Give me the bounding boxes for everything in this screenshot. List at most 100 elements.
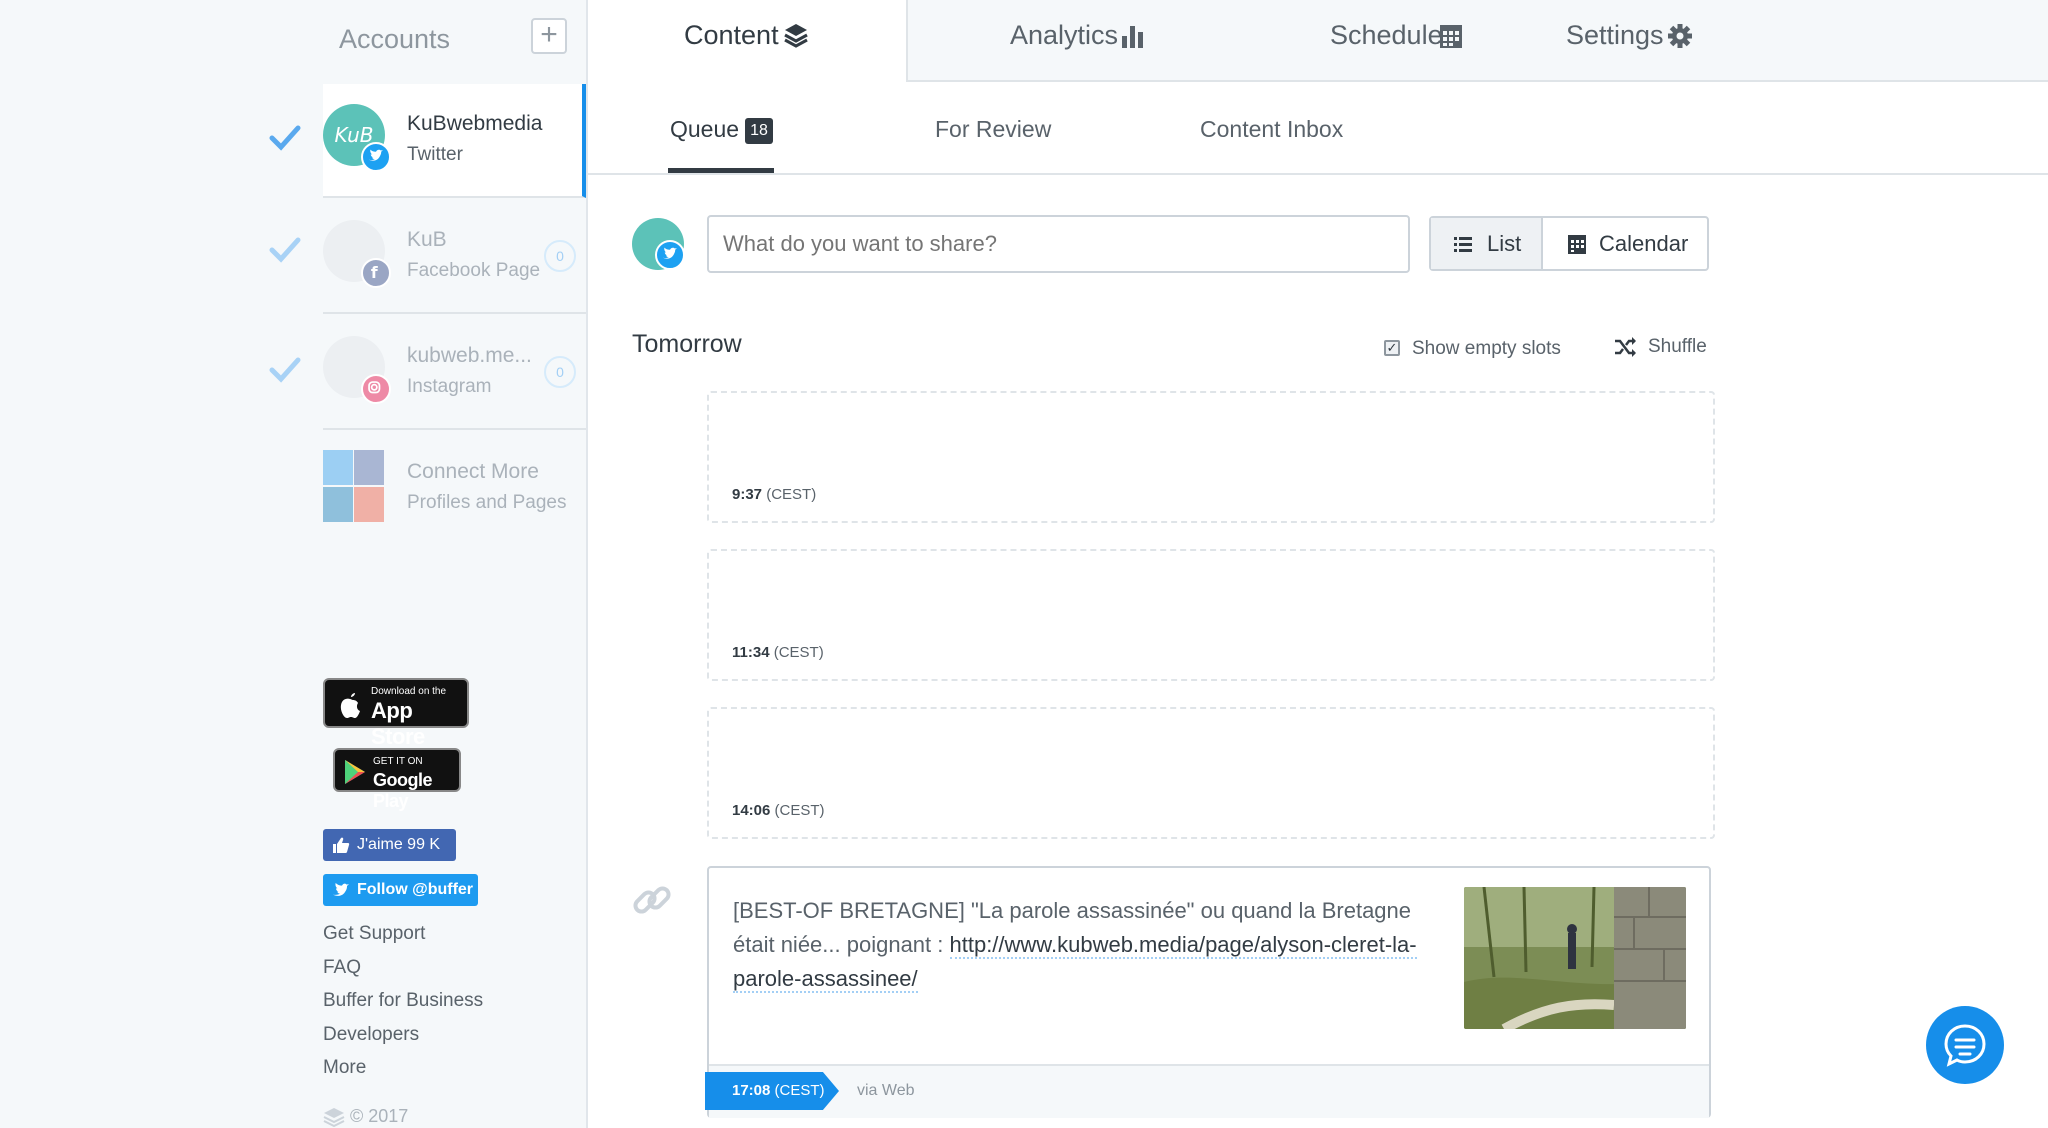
connect-more-title: Connect More [407,460,539,483]
content-subtabs: Queue 18 For Review Content Inbox [588,82,2048,175]
slot-time: 11:34 (CEST) [732,644,824,661]
tab-label: Schedule [1330,20,1443,50]
tab-label: Analytics [1010,20,1119,50]
tab-settings[interactable]: Settings [1558,0,1738,82]
app-store-small: Download on the [371,686,447,697]
slot-time: 14:06 (CEST) [732,802,825,819]
accounts-title: Accounts [339,24,451,54]
app-store-badge[interactable]: Download on the App Store [323,678,469,749]
account-item-twitter[interactable]: KuB KuBwebmedia Twitter [323,84,586,198]
tab-label: Settings [1566,20,1664,50]
slot-timezone: (CEST) [773,644,824,661]
link-icon [633,886,671,914]
post-time-value: 17:08 [732,1082,771,1099]
tab-schedule[interactable]: Schedule [1318,0,1498,82]
subtab-queue[interactable]: Queue 18 [670,116,773,144]
buffer-logo-icon [323,1108,345,1128]
copyright: © 2017 [323,1106,409,1128]
chat-icon [1944,1024,1986,1067]
shuffle-icon [1615,337,1636,357]
post-text: [BEST-OF BRETAGNE] "La parole assassinée… [733,894,1453,996]
calendar-icon [1440,25,1462,48]
app-store-label: App Store [371,698,425,749]
shuffle-label: Shuffle [1648,336,1707,357]
google-play-badge[interactable]: GET IT ON Google Play [333,748,461,811]
bar-chart-icon [1122,26,1143,48]
twitter-follow-label: Follow @buffer [357,881,474,898]
facebook-like-label: J'aime 99 K [357,836,441,853]
composer-input[interactable] [707,215,1410,273]
queued-post[interactable]: [BEST-OF BRETAGNE] "La parole assassinée… [705,866,1711,1118]
gear-icon [1668,24,1692,48]
slot-time-value: 11:34 [732,644,770,661]
main-tabs: Content Analytics Schedule Settings [588,0,2048,84]
instagram-icon [361,374,391,404]
subtab-label: Queue [670,116,740,142]
view-toggle: List Calendar [1429,216,1709,271]
active-tab-underline [668,168,774,173]
account-item-facebook[interactable]: f KuB Facebook Page 0 [323,200,586,314]
check-icon [269,125,301,151]
chat-support-button[interactable] [1926,1006,2004,1084]
link-get-support[interactable]: Get Support [323,920,483,954]
footer-links: Get Support FAQ Buffer for Business Deve… [323,920,483,1088]
subtab-for-review[interactable]: For Review [935,116,1051,143]
slot-timezone: (CEST) [774,802,825,819]
connect-more-subtitle: Profiles and Pages [407,492,567,513]
account-type: Facebook Page [407,260,541,281]
link-developers[interactable]: Developers [323,1021,483,1055]
add-account-button[interactable]: + [531,18,567,54]
twitter-icon [655,240,685,270]
google-play-label: Google Play [373,770,433,811]
list-view-label: List [1487,231,1522,256]
account-name: KuBwebmedia [407,112,543,135]
twitter-follow-button[interactable]: Follow @buffer [323,874,478,906]
show-empty-slots-label: Show empty slots [1412,338,1561,359]
slot-time: 9:37 (CEST) [732,486,816,503]
tab-content[interactable]: Content [588,0,908,84]
account-name: kubweb.me... [407,344,532,367]
tab-label: Content [684,20,779,50]
facebook-icon: f [361,258,391,288]
twitter-icon [361,142,391,172]
empty-slot[interactable]: 11:34 (CEST) [707,549,1715,681]
post-timezone: (CEST) [774,1082,825,1099]
queue-day-heading: Tomorrow [632,330,742,358]
copyright-text: © 2017 [350,1106,409,1126]
calendar-view-label: Calendar [1599,231,1689,256]
facebook-like-button[interactable]: J'aime 99 K [323,829,456,861]
link-more[interactable]: More [323,1054,483,1088]
subtab-content-inbox[interactable]: Content Inbox [1200,116,1343,143]
post-via: via Web [857,1082,915,1099]
link-buffer-for-business[interactable]: Buffer for Business [323,987,483,1021]
list-view-button[interactable]: List [1431,218,1543,269]
link-faq[interactable]: FAQ [323,954,483,988]
check-icon [269,357,301,383]
google-play-icon [345,760,365,784]
pending-count: 0 [544,356,576,388]
post-footer: 17:08 (CEST) via Web [705,1064,1709,1118]
slot-time-value: 9:37 [732,486,763,503]
check-icon [269,237,301,263]
layers-icon [784,24,808,48]
slot-timezone: (CEST) [766,486,817,503]
queue-count-badge: 18 [745,117,773,144]
tab-analytics[interactable]: Analytics [998,0,1178,82]
calendar-icon [1568,235,1586,254]
empty-slot[interactable]: 9:37 (CEST) [707,391,1715,523]
calendar-view-button[interactable]: Calendar [1543,218,1707,269]
pending-count: 0 [544,240,576,272]
google-play-small: GET IT ON [373,756,423,767]
thumbs-up-icon [333,837,350,853]
apple-icon [340,693,360,718]
slot-time-value: 14:06 [732,802,771,819]
post-thumbnail[interactable] [1464,887,1686,1029]
post-scheduled-time[interactable]: 17:08 (CEST) [705,1072,839,1110]
account-type: Twitter [407,144,463,165]
checkbox-checked-icon[interactable]: ✓ [1384,340,1400,356]
account-type: Instagram [407,376,492,397]
empty-slot[interactable]: 14:06 (CEST) [707,707,1715,839]
social-networks-icon [323,450,385,522]
connect-more-link[interactable]: Connect More Profiles and Pages [323,450,586,524]
account-item-instagram[interactable]: kubweb.me... Instagram 0 [323,316,586,430]
